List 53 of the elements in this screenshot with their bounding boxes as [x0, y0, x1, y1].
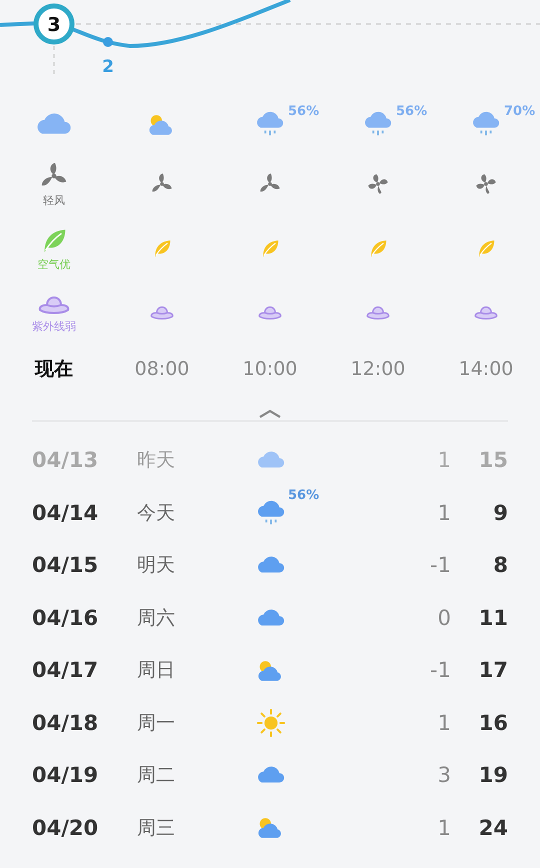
- date-text: 04/18: [32, 710, 100, 735]
- weekday-text: 明天: [137, 553, 176, 578]
- low-temperature: -1: [429, 553, 451, 578]
- air-quality-label: 空气优: [38, 256, 70, 272]
- date-text: 04/16: [32, 606, 100, 630]
- precipitation-chance: 56%: [288, 104, 320, 119]
- hour-label[interactable]: 10:00: [242, 344, 298, 394]
- collapse-caret-icon[interactable]: [258, 408, 282, 418]
- high-temperature: 8: [492, 553, 508, 578]
- wind-label: 轻风: [43, 192, 65, 208]
- low-temperature: 1: [436, 710, 451, 735]
- hour-label[interactable]: 14:00: [458, 344, 514, 394]
- high-temperature: 17: [478, 658, 508, 682]
- high-temperature: 15: [478, 448, 508, 472]
- weekday-text: 周一: [137, 710, 176, 736]
- data-point: [103, 37, 113, 47]
- high-temperature: 9: [492, 500, 508, 525]
- high-temperature: 11: [478, 606, 508, 630]
- date-text: 04/15: [32, 553, 100, 578]
- precipitation-chance: 56%: [396, 104, 428, 119]
- low-temperature: 1: [436, 448, 451, 472]
- guide-line: [53, 46, 55, 76]
- low-temperature: 3: [436, 763, 451, 788]
- temperature-label: 3: [47, 14, 61, 36]
- precipitation-chance: 56%: [288, 488, 320, 503]
- uv-index-label: 紫外线弱: [32, 318, 76, 334]
- weekday-text: 周日: [137, 658, 176, 684]
- high-temperature: 19: [478, 763, 508, 788]
- date-text: 04/19: [32, 763, 100, 788]
- low-temperature: 1: [436, 500, 451, 525]
- hour-label[interactable]: 12:00: [350, 344, 406, 394]
- weekday-text: 周二: [137, 763, 176, 788]
- weekday-text: 今天: [137, 500, 176, 526]
- date-text: 04/17: [32, 658, 100, 682]
- weekday-text: 昨天: [137, 448, 176, 474]
- low-temperature: 1: [436, 816, 451, 840]
- hour-label[interactable]: 现在: [35, 344, 73, 394]
- precipitation-chance: 70%: [504, 104, 536, 119]
- weekday-text: 周六: [137, 606, 176, 631]
- pinwheel-icon: [366, 172, 390, 196]
- date-text: 04/14: [32, 500, 100, 525]
- date-text: 04/20: [32, 816, 100, 840]
- low-temperature: -1: [429, 658, 451, 682]
- weekday-text: 周三: [137, 816, 176, 841]
- high-temperature: 16: [478, 710, 508, 735]
- low-temperature: 0: [436, 606, 451, 630]
- pinwheel-icon: [474, 172, 498, 196]
- sun-icon: [256, 708, 286, 738]
- hour-label[interactable]: 08:00: [134, 344, 190, 394]
- date-text: 04/13: [32, 448, 100, 472]
- temperature-label: 2: [102, 57, 114, 77]
- current-point-marker: [34, 4, 74, 44]
- high-temperature: 24: [478, 816, 508, 840]
